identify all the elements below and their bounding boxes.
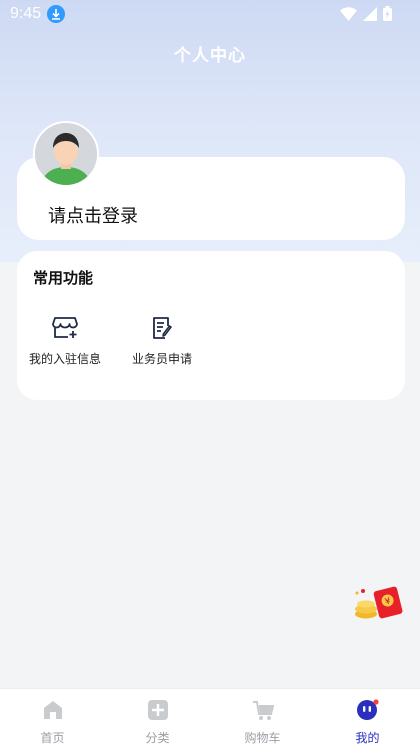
home-icon (42, 699, 64, 725)
tab-label: 购物车 (244, 731, 281, 745)
wifi-icon (340, 6, 357, 21)
red-packet-icon[interactable]: ¥ (352, 584, 406, 622)
func-item-label: 我的入驻信息 (28, 352, 101, 366)
tab-cart[interactable]: 购物车 (210, 689, 315, 747)
page-title: 个人中心 (174, 46, 246, 66)
profile-icon (356, 699, 380, 725)
avatar[interactable] (33, 121, 99, 187)
login-prompt[interactable]: 请点击登录 (48, 202, 138, 228)
download-icon (47, 5, 66, 23)
cart-icon (252, 699, 274, 725)
edit-document-icon (150, 316, 174, 344)
tab-category[interactable]: 分类 (105, 689, 210, 747)
category-icon (147, 699, 169, 725)
tab-home[interactable]: 首页 (0, 689, 105, 747)
tab-label: 分类 (145, 731, 170, 745)
signal-icon (363, 6, 377, 21)
battery-icon (383, 6, 392, 21)
func-item-label: 业务员申请 (131, 352, 192, 366)
func-item-settle-info[interactable]: 我的入驻信息 (20, 316, 110, 367)
status-time: 9:45 (10, 5, 42, 22)
tab-label: 我的 (355, 731, 380, 745)
func-item-salesman-apply[interactable]: 业务员申请 (117, 316, 207, 367)
tab-profile[interactable]: 我的 (315, 689, 420, 747)
tab-label: 首页 (40, 731, 65, 745)
section-title: 常用功能 (33, 269, 94, 287)
status-bar: 9:45 (0, 0, 420, 28)
bottom-tab-bar: 首页 分类 购物车 我的 (0, 688, 420, 747)
store-add-icon (52, 316, 78, 344)
